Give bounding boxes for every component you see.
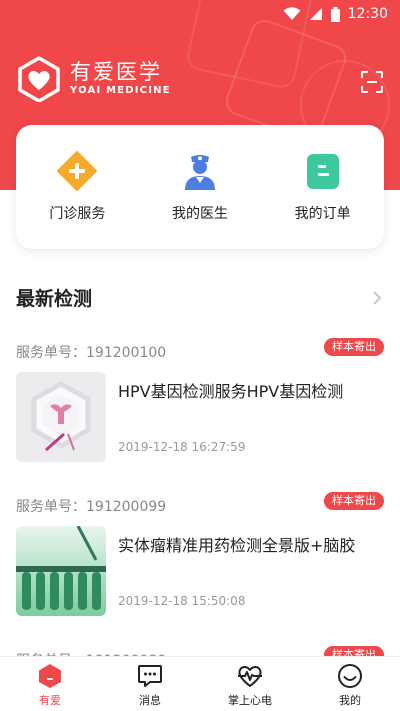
heartbeat-icon [238, 666, 262, 687]
nav-label: 我的 [339, 694, 361, 707]
service-number: 服务单号：191200100 [16, 345, 167, 361]
message-icon [138, 665, 162, 687]
nav-item-ecg[interactable]: 掌上心电 [200, 657, 300, 711]
battery-icon [330, 6, 340, 22]
nav-item-messages[interactable]: 消息 [100, 657, 200, 711]
home-heart-icon [39, 664, 61, 688]
nav-item-home[interactable]: 有爱 [0, 657, 100, 711]
lab-tubes-thumbnail [16, 526, 106, 616]
status-badge: 样本寄出 [324, 492, 384, 510]
record-time: 2019-12-18 15:50:08 [118, 594, 246, 608]
nav-label: 掌上心电 [228, 694, 272, 707]
hpv-thumbnail [16, 372, 106, 462]
service-number: 服务单号：191200099 [16, 499, 167, 515]
quick-action-my-orders[interactable]: 我的订单 [261, 125, 384, 249]
scan-icon[interactable] [360, 70, 384, 94]
quick-action-label: 门诊服务 [49, 206, 106, 222]
quick-action-outpatient[interactable]: 门诊服务 [16, 125, 139, 249]
nav-item-profile[interactable]: 我的 [300, 657, 400, 711]
quick-action-label: 我的订单 [294, 206, 351, 222]
profile-icon [338, 664, 362, 688]
order-icon [306, 154, 339, 189]
record-title: 实体瘤精准用药检测全景版+脑胶 [118, 536, 356, 555]
brand-name-en: YOAI MEDICINE [70, 85, 171, 96]
record-title: HPV基因检测服务HPV基因检测 [118, 382, 344, 401]
plus-badge-icon [57, 151, 98, 191]
brand-logo: 有爱医学 YOAI MEDICINE [16, 56, 171, 102]
record-time: 2019-12-18 16:27:59 [118, 440, 246, 454]
signal-icon [309, 8, 322, 20]
heart-logo-icon [18, 56, 60, 102]
quick-actions-card: 门诊服务 我的医生 我的订单 [16, 125, 384, 249]
quick-action-my-doctor[interactable]: 我的医生 [139, 125, 262, 249]
quick-action-label: 我的医生 [172, 206, 228, 222]
nav-label: 有爱 [39, 694, 61, 707]
chevron-right-icon[interactable] [372, 290, 382, 306]
nav-label: 消息 [139, 694, 161, 707]
wifi-icon [283, 7, 301, 20]
bottom-nav: 有爱 消息 掌上心电 我的 [0, 656, 400, 711]
status-badge: 样本寄出 [324, 338, 384, 356]
status-bar: 12:30 [0, 0, 400, 28]
doctor-icon [185, 155, 215, 190]
clock: 12:30 [347, 6, 388, 22]
brand-name-cn: 有爱医学 [70, 60, 162, 84]
section-title: 最新检测 [16, 288, 93, 310]
